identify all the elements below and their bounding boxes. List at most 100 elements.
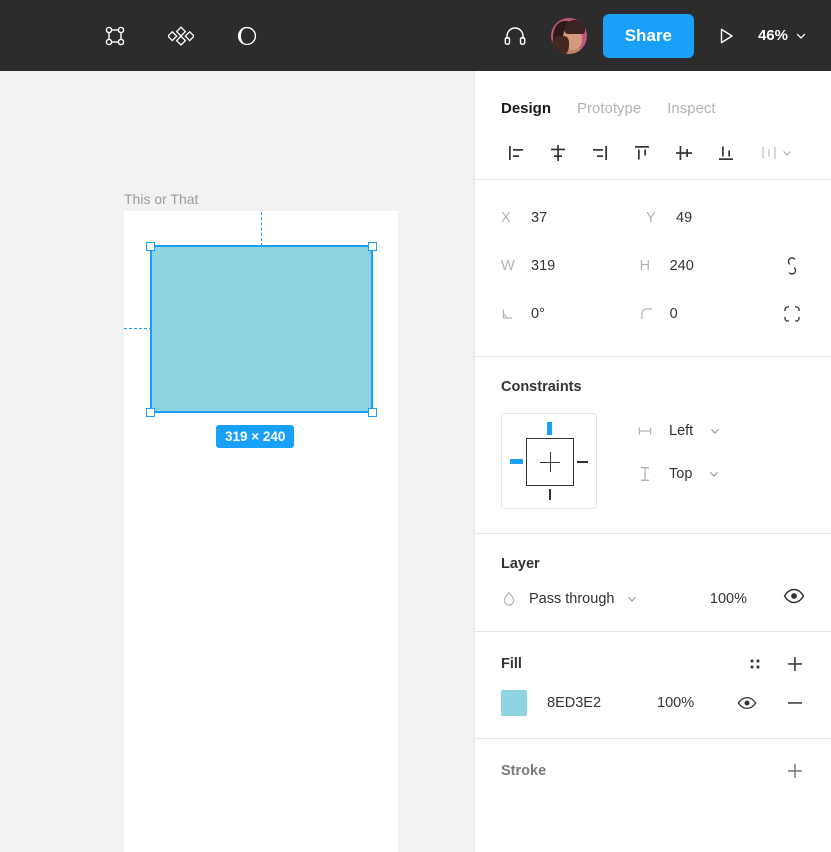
rotation-angle-icon: [501, 307, 515, 321]
layer-title: Layer: [501, 534, 805, 572]
horizontal-constraint-icon: [637, 424, 653, 438]
share-button[interactable]: Share: [603, 14, 694, 58]
horizontal-constraint-value: Left: [669, 423, 693, 439]
constraint-bottom-marker[interactable]: [549, 489, 551, 500]
width-label: W: [501, 258, 515, 274]
chevron-down-icon: [709, 425, 721, 437]
fill-section: Fill: [475, 632, 831, 738]
toolbar-right-group: Share 46%: [495, 14, 811, 58]
stroke-section: Stroke: [475, 739, 831, 781]
figma-app-window: Share 46% This or That 319 × 240: [0, 0, 831, 852]
fill-styles-icon[interactable]: [747, 656, 763, 672]
rotation-value[interactable]: 0°: [531, 306, 545, 322]
height-value[interactable]: 240: [670, 258, 694, 274]
fill-header-icons: [747, 654, 805, 674]
align-horizontal-centers-icon[interactable]: [537, 136, 579, 170]
corner-radius-icon: [640, 307, 654, 321]
panel-tabs: Design Prototype Inspect: [475, 71, 831, 127]
blend-mode-droplet-icon: [501, 590, 517, 608]
x-field[interactable]: X 37: [501, 210, 646, 226]
selected-rectangle[interactable]: [151, 246, 372, 412]
present-play-icon[interactable]: [704, 16, 748, 56]
y-field[interactable]: Y 49: [646, 210, 791, 226]
tab-inspect[interactable]: Inspect: [667, 100, 715, 117]
align-bottom-icon[interactable]: [705, 136, 747, 170]
constraints-title: Constraints: [501, 357, 805, 395]
rotation-radius-row: 0° 0: [501, 290, 805, 338]
resize-handle-bottom-right[interactable]: [368, 408, 377, 417]
fill-color-swatch[interactable]: [501, 690, 527, 716]
layer-visibility-eye-icon[interactable]: [783, 588, 805, 609]
align-top-icon[interactable]: [621, 136, 663, 170]
tab-design[interactable]: Design: [501, 100, 551, 117]
transform-properties: X 37 Y 49 W 319 H 240: [475, 180, 831, 356]
avatar-hair-side: [552, 36, 569, 54]
distribute-menu-button[interactable]: [759, 143, 793, 163]
fill-visibility-eye-icon[interactable]: [737, 696, 757, 710]
chevron-down-icon: [626, 593, 638, 605]
right-properties-panel: Design Prototype Inspect: [474, 71, 831, 852]
resize-handle-top-left[interactable]: [146, 242, 155, 251]
fill-row: 8ED3E2 100%: [501, 674, 805, 738]
remove-fill-icon[interactable]: [785, 693, 805, 713]
constraints-widget[interactable]: [501, 413, 597, 509]
stroke-header: Stroke: [501, 739, 805, 781]
corner-radius-value[interactable]: 0: [670, 306, 678, 322]
mask-contrast-icon[interactable]: [227, 16, 267, 56]
constraints-center-plus-vertical: [550, 452, 551, 472]
align-right-icon[interactable]: [579, 136, 621, 170]
constraint-right-marker[interactable]: [577, 461, 588, 463]
vertical-constraint-dropdown[interactable]: Top: [637, 465, 721, 483]
stroke-title: Stroke: [501, 763, 546, 779]
measurement-guide-horizontal: [124, 328, 152, 329]
constraint-top-marker[interactable]: [547, 422, 552, 435]
zoom-level-control[interactable]: 46%: [754, 21, 811, 50]
x-value[interactable]: 37: [531, 210, 547, 226]
layer-opacity-value[interactable]: 100%: [710, 591, 747, 607]
frame-tool-icon[interactable]: [95, 16, 135, 56]
width-value[interactable]: 319: [531, 258, 555, 274]
chevron-down-icon: [795, 30, 807, 42]
fill-hex-value[interactable]: 8ED3E2: [547, 695, 601, 711]
chevron-down-icon: [708, 468, 720, 480]
add-stroke-icon[interactable]: [785, 761, 805, 781]
headphones-icon[interactable]: [495, 16, 535, 56]
constraints-body: Left Top: [501, 395, 805, 533]
size-badge: 319 × 240: [216, 425, 294, 448]
blend-mode-dropdown[interactable]: Pass through: [501, 590, 638, 608]
canvas-area[interactable]: This or That 319 × 240: [0, 71, 474, 852]
measurement-guide-vertical: [261, 212, 262, 246]
position-row: X 37 Y 49: [501, 194, 805, 242]
component-tool-icon[interactable]: [161, 16, 201, 56]
vertical-constraint-value: Top: [669, 466, 692, 482]
fill-header: Fill: [501, 632, 805, 674]
size-row: W 319 H 240: [501, 242, 805, 290]
resize-handle-top-right[interactable]: [368, 242, 377, 251]
corner-radius-field[interactable]: 0: [640, 306, 779, 322]
y-value[interactable]: 49: [676, 210, 692, 226]
y-label: Y: [646, 210, 660, 226]
rotation-field[interactable]: 0°: [501, 306, 640, 322]
constraint-left-marker[interactable]: [510, 459, 523, 464]
horizontal-constraint-dropdown[interactable]: Left: [637, 423, 721, 439]
add-fill-icon[interactable]: [785, 654, 805, 674]
toolbar-tools-group: [95, 16, 267, 56]
align-left-icon[interactable]: [495, 136, 537, 170]
height-field[interactable]: H 240: [640, 258, 779, 274]
resize-handle-bottom-left[interactable]: [146, 408, 155, 417]
constrain-proportions-icon[interactable]: [778, 256, 805, 276]
frame-label[interactable]: This or That: [124, 191, 198, 207]
fill-title: Fill: [501, 656, 522, 672]
tab-prototype[interactable]: Prototype: [577, 100, 641, 117]
fill-opacity-value[interactable]: 100%: [657, 695, 694, 711]
x-label: X: [501, 210, 515, 226]
align-vertical-centers-icon[interactable]: [663, 136, 705, 170]
width-field[interactable]: W 319: [501, 258, 640, 274]
height-label: H: [640, 258, 654, 274]
blend-mode-value: Pass through: [529, 591, 614, 607]
independent-corners-icon[interactable]: [778, 304, 805, 324]
fill-row-icons: [737, 693, 805, 713]
layer-section: Layer Pass through 100%: [475, 534, 831, 631]
constraints-section: Constraints: [475, 357, 831, 533]
avatar[interactable]: [551, 18, 587, 54]
